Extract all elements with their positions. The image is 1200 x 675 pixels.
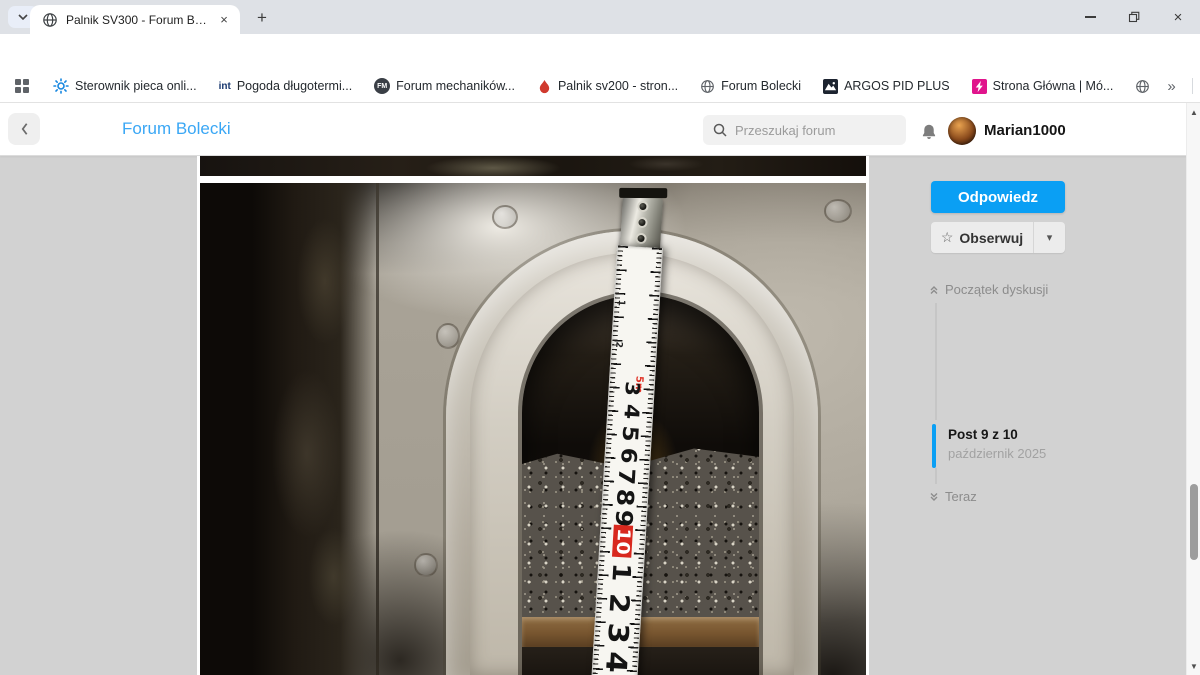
gear-icon [53, 78, 69, 94]
minimize-button[interactable] [1068, 0, 1112, 34]
follow-main[interactable]: ☆ Obserwuj [931, 222, 1033, 253]
fm-logo-icon: FM [374, 78, 390, 94]
argos-logo-icon [823, 79, 838, 94]
globe-icon [700, 79, 715, 94]
pink-logo-icon [972, 79, 987, 94]
forum-back-button[interactable] [8, 113, 40, 145]
double-chevron-down-icon [929, 492, 939, 502]
minimize-icon [1085, 16, 1096, 17]
bookmark-items: Sterownik pieca onli... intPogoda długote… [46, 75, 1157, 97]
restore-icon [1128, 11, 1140, 23]
bookmark-item[interactable]: Sterownik pieca onli... [46, 75, 204, 97]
tape-number: 1 [608, 562, 634, 582]
scrubber-marker[interactable] [932, 424, 936, 468]
tape-hook [620, 196, 663, 252]
photo-dark-band [200, 183, 378, 675]
scrubber-now-label: Teraz [945, 489, 977, 504]
flame-icon [537, 79, 552, 94]
username[interactable]: Marian1000 [984, 122, 1066, 139]
apps-grid-icon[interactable] [10, 75, 34, 97]
int-logo-icon: int [219, 81, 231, 92]
scrubber-post-position: Post 9 z 10 [948, 427, 1018, 442]
forum-title[interactable]: Forum Bolecki [122, 119, 231, 139]
scrubber-track[interactable] [935, 468, 937, 484]
photo-crack-line [376, 183, 379, 675]
scrollbar-thumb[interactable] [1190, 484, 1198, 560]
follow-dropdown[interactable]: ▾ [1033, 222, 1065, 253]
bookmarks-bar: Sterownik pieca onli... intPogoda długote… [0, 70, 1200, 103]
page-scrollbar[interactable]: ▲ ▼ [1186, 103, 1200, 675]
tab-strip: Palnik SV300 - Forum Bolecki × + × [0, 0, 1200, 34]
tab-close-icon[interactable]: × [216, 12, 232, 28]
tape-edge-number: 2 [613, 341, 623, 348]
follow-label: Obserwuj [959, 230, 1023, 246]
bolt-mark [824, 199, 852, 223]
scrubber-start-label: Początek dyskusji [945, 282, 1048, 297]
active-tab[interactable]: Palnik SV300 - Forum Bolecki × [30, 5, 240, 34]
scrubber-now-link[interactable]: Teraz [929, 489, 977, 504]
search-input[interactable] [735, 123, 885, 138]
double-chevron-up-icon [929, 285, 939, 295]
chevron-down-icon [18, 14, 28, 20]
post-photo-top-sliver[interactable] [200, 156, 866, 176]
bookmarks-overflow-icon[interactable]: » [1157, 78, 1185, 95]
reply-button[interactable]: Odpowiedz [931, 181, 1065, 213]
bolt-mark [414, 553, 438, 577]
tape-number: 4 [600, 651, 630, 674]
tape-number-red: 10 [612, 525, 633, 559]
tape-edge-number: 1 [616, 299, 626, 306]
bookmark-item[interactable]: Strona Główna | Mó... [965, 76, 1121, 97]
follow-button[interactable]: ☆ Obserwuj ▾ [931, 222, 1065, 253]
bookmarks-divider [1192, 78, 1193, 94]
tape-number: 5 [618, 425, 640, 442]
chevron-left-icon [20, 122, 29, 136]
tape-number: 3 [622, 381, 642, 397]
new-tab-button[interactable]: + [250, 6, 274, 30]
search-icon [713, 123, 727, 137]
forum-header: Forum Bolecki Marian1000 [0, 103, 1200, 156]
bookmark-item[interactable]: Palnik sv200 - stron... [530, 76, 685, 97]
bookmark-item[interactable]: Forum Bolecki [693, 76, 808, 97]
window-controls: × [1068, 0, 1200, 34]
restore-button[interactable] [1112, 0, 1156, 34]
globe-favicon-icon [42, 12, 58, 28]
tab-title: Palnik SV300 - Forum Bolecki [66, 13, 210, 27]
tape-number: 3 [603, 622, 632, 644]
browser-toolbar: ← → ⌂ forum.bolecki.pl/d/29-palnik-sv300… [0, 34, 1200, 70]
close-button[interactable]: × [1156, 0, 1200, 34]
tape-number: 4 [620, 403, 641, 419]
burner-below-lip [522, 647, 759, 675]
bookmark-item[interactable]: FMForum mechaników... [367, 75, 522, 97]
tape-number: 6 [617, 447, 639, 464]
post-content: 5m 34567891012345612 [197, 156, 869, 675]
globe-icon [1135, 79, 1150, 94]
scrollbar-up-icon[interactable]: ▲ [1187, 105, 1200, 119]
bolt-mark [436, 323, 460, 349]
forum-search[interactable] [703, 115, 906, 145]
user-avatar[interactable] [948, 117, 976, 145]
bookmarks-right: » Wszystkie zakładki [1157, 76, 1200, 96]
post-photo-burner[interactable]: 5m 34567891012345612 [200, 183, 866, 675]
bookmark-item[interactable] [1128, 76, 1157, 97]
scrubber-start-link[interactable]: Początek dyskusji [929, 282, 1048, 297]
star-outline-icon: ☆ [941, 229, 954, 246]
bookmark-item[interactable]: ARGOS PID PLUS [816, 76, 957, 97]
tape-number: 2 [605, 592, 633, 614]
browser-window: Palnik SV300 - Forum Bolecki × + × ← → ⌂ [0, 0, 1200, 675]
scrubber-post-date: październik 2025 [948, 446, 1046, 461]
scrollbar-down-icon[interactable]: ▼ [1187, 659, 1200, 673]
bookmark-item[interactable]: intPogoda długotermi... [212, 76, 360, 96]
tape-number: 8 [613, 488, 637, 507]
scrubber-track[interactable] [935, 303, 937, 420]
notifications-bell-icon[interactable] [920, 123, 938, 141]
tape-number: 7 [615, 468, 638, 486]
bolt-mark [492, 205, 518, 229]
